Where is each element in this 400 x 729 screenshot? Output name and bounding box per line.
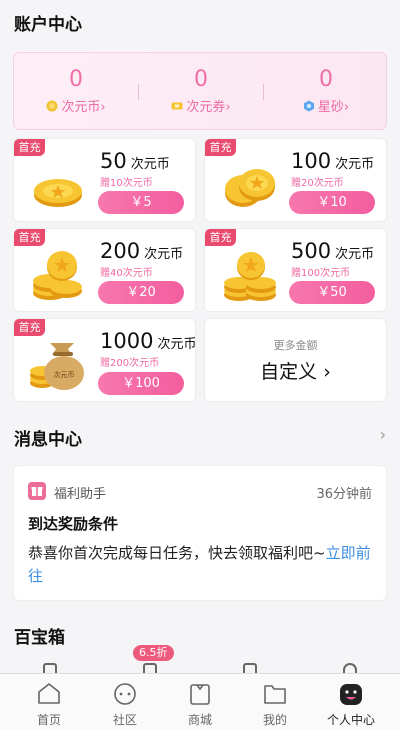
balance-tickets[interactable]: 0 次元券› <box>139 53 263 131</box>
first-charge-tag: 首充 <box>14 139 45 156</box>
custom-amount-card[interactable]: 更多金额 自定义 › <box>204 318 387 402</box>
pack-bonus: 赠10次元币 <box>100 178 153 189</box>
price-button[interactable]: ￥5 <box>98 191 184 214</box>
chevron-right-icon: › <box>323 361 331 383</box>
chevron-right-icon: › <box>343 100 350 115</box>
price-button[interactable]: ￥100 <box>98 372 184 395</box>
price-button[interactable]: ￥20 <box>98 281 184 304</box>
tab-home[interactable]: 首页 <box>9 674 89 729</box>
price-button[interactable]: ￥10 <box>289 191 375 214</box>
tab-mall-label: 商城 <box>187 713 212 727</box>
coin-stack-icon <box>224 252 276 301</box>
ticket-balance-label: 次元券 <box>186 100 226 115</box>
pack-bonus: 赠40次元币 <box>100 268 153 279</box>
coin-balance-label: 次元币 <box>61 100 101 115</box>
tab-community-label: 社区 <box>112 713 137 727</box>
message-heading: 到达奖励条件 <box>28 515 119 533</box>
pack-amount: 1000 <box>100 329 154 353</box>
coin-stack-icon <box>34 179 82 207</box>
treasure-box-title: 百宝箱 <box>14 628 65 648</box>
chevron-right-icon: › <box>100 100 106 115</box>
ticket-balance-value: 0 <box>194 67 208 92</box>
custom-amount-label: 自定义 <box>260 361 318 383</box>
pack-unit: 次元币 <box>335 247 375 262</box>
treasure-item-icon[interactable] <box>343 663 357 673</box>
treasure-item-icon[interactable] <box>43 663 57 673</box>
tab-mall[interactable]: 商城 <box>160 674 240 729</box>
more-amounts-label: 更多金额 <box>273 339 318 352</box>
profile-icon <box>340 684 362 705</box>
pack-amount: 100 <box>291 149 332 173</box>
message-center-title[interactable]: 消息中心 <box>14 425 82 450</box>
treasure-item-icon[interactable] <box>243 663 257 673</box>
recharge-pack-500[interactable]: 首充 500 次元币 赠100次元币 ￥50 <box>204 228 387 312</box>
first-charge-tag: 首充 <box>14 229 45 246</box>
pack-amount: 500 <box>291 239 332 263</box>
balance-card: 0 次元币› 0 次元券› 0 星砂› <box>13 52 387 130</box>
chevron-right-icon: › <box>225 100 231 115</box>
first-charge-tag: 首充 <box>205 229 236 246</box>
pack-bonus: 赠20次元币 <box>291 178 344 189</box>
message-time: 36分钟前 <box>316 487 372 502</box>
tab-profile[interactable]: 个人中心 <box>311 674 391 729</box>
gift-icon <box>28 482 46 500</box>
message-text: 恭喜你首次完成每日任务，快去领取福利吧~ <box>28 544 326 562</box>
tab-home-label: 首页 <box>36 713 61 727</box>
pack-amount: 200 <box>100 239 141 263</box>
pack-bonus: 赠100次元币 <box>291 268 351 279</box>
first-charge-tag: 首充 <box>14 319 45 336</box>
pack-amount: 50 <box>100 149 127 173</box>
discount-badge: 6.5折 <box>133 645 174 661</box>
folder-icon <box>264 685 286 704</box>
pack-unit: 次元币 <box>157 337 196 352</box>
recharge-pack-100[interactable]: 首充 100 次元币 赠20次元币 ￥10 <box>204 138 387 222</box>
message-sender: 福利助手 <box>54 487 107 502</box>
pack-bonus: 赠200次元币 <box>100 358 160 369</box>
recharge-pack-1000[interactable]: 首充 次元币 1000 次元币 赠200次元币 ￥100 <box>13 318 196 402</box>
pack-unit: 次元币 <box>130 157 170 172</box>
tab-mine[interactable]: 我的 <box>235 674 315 729</box>
ticket-icon <box>171 102 183 110</box>
coin-bag-label: 次元币 <box>54 370 75 379</box>
pack-unit: 次元币 <box>144 247 184 262</box>
message-body: 恭喜你首次完成每日任务，快去领取福利吧~立即前往 <box>28 542 376 588</box>
message-card[interactable]: 福利助手 36分钟前 到达奖励条件 恭喜你首次完成每日任务，快去领取福利吧~立即… <box>13 465 387 601</box>
star-sand-icon <box>303 100 314 112</box>
coin-bag-icon: 次元币 <box>30 343 84 390</box>
coin-stack-icon <box>33 251 82 300</box>
price-button[interactable]: ￥50 <box>289 281 375 304</box>
pack-unit: 次元币 <box>335 157 375 172</box>
community-icon <box>114 683 136 705</box>
star-sand-balance-value: 0 <box>319 67 333 92</box>
home-icon <box>38 683 60 704</box>
bottom-tab-bar: 首页 社区 商城 我的 个人中心 <box>0 673 400 729</box>
tab-mine-label: 我的 <box>262 713 287 727</box>
chevron-right-icon[interactable]: › <box>380 425 386 444</box>
coin-balance-value: 0 <box>69 67 83 92</box>
recharge-pack-50[interactable]: 首充 50 次元币 赠10次元币 ￥5 <box>13 138 196 222</box>
first-charge-tag: 首充 <box>205 139 236 156</box>
coin-stack-icon <box>225 169 275 207</box>
treasure-item-icon[interactable] <box>143 663 157 673</box>
star-sand-balance-label: 星砂 <box>317 100 344 115</box>
account-center-title: 账户中心 <box>14 15 82 35</box>
recharge-pack-200[interactable]: 首充 200 次元币 赠40次元币 ￥20 <box>13 228 196 312</box>
balance-coins[interactable]: 0 次元币› <box>14 53 138 131</box>
mall-icon <box>190 684 210 705</box>
tab-profile-label: 个人中心 <box>326 713 375 727</box>
balance-star-sand[interactable]: 0 星砂› <box>264 53 388 131</box>
coin-icon <box>46 100 58 112</box>
tab-community[interactable]: 社区 <box>85 674 165 729</box>
